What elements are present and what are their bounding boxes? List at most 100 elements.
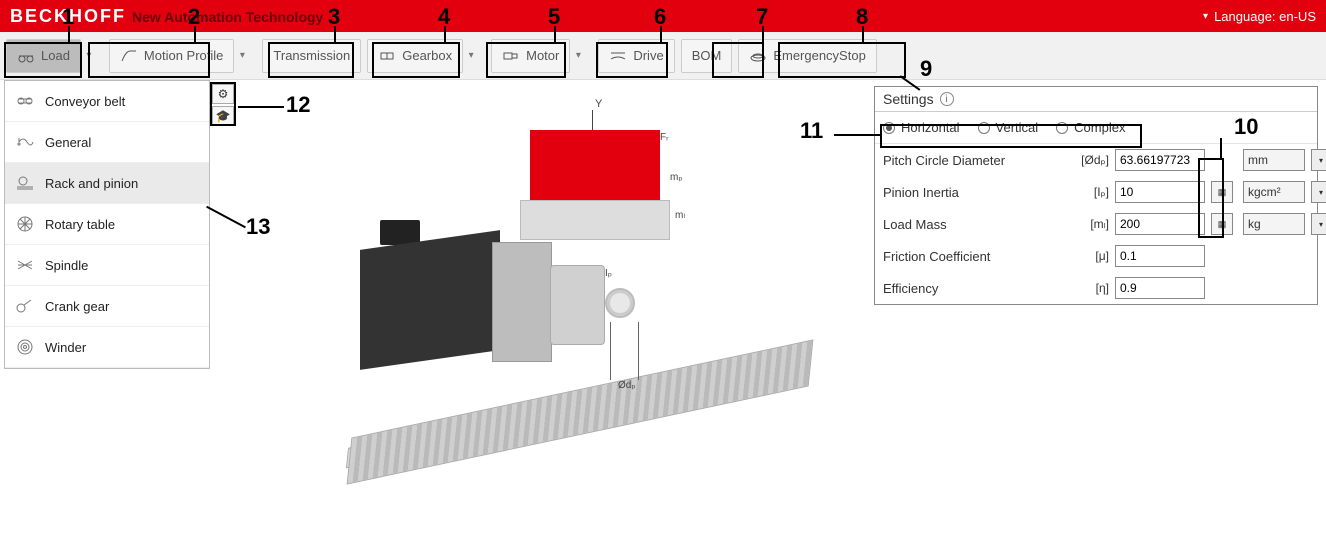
info-icon[interactable]: i <box>940 92 954 106</box>
sidebar-item-crank-gear[interactable]: Crank gear <box>5 286 209 327</box>
orientation-complex[interactable]: Complex <box>1056 120 1125 135</box>
efficiency-input[interactable] <box>1115 277 1205 299</box>
spindle-icon <box>15 255 35 275</box>
row-friction-coefficient: Friction Coefficient [μ] <box>875 240 1317 272</box>
toolbar-gearbox[interactable]: Gearbox <box>367 39 463 73</box>
motor-body <box>360 230 500 370</box>
orientation-horizontal[interactable]: Horizontal <box>883 120 960 135</box>
pinion <box>605 288 635 318</box>
gearbox-body <box>550 265 605 345</box>
toolbar-drive[interactable]: Drive <box>598 39 674 73</box>
gearbox-icon <box>378 47 396 65</box>
winder-icon <box>15 337 35 357</box>
motor-icon <box>502 47 520 65</box>
dim-dp: Ødₚ <box>618 380 636 391</box>
motion-profile-icon <box>120 47 138 65</box>
sidebar-item-spindle[interactable]: Spindle <box>5 245 209 286</box>
rack-pinion-icon <box>15 173 35 193</box>
load-base <box>520 200 670 240</box>
toolbar-motor[interactable]: Motor <box>491 39 570 73</box>
radio-icon <box>978 122 990 134</box>
row-efficiency: Efficiency [η] <box>875 272 1317 304</box>
mass-unit-dropdown[interactable]: ▾ <box>1311 213 1326 235</box>
sidebar-item-conveyor-belt[interactable]: Conveyor belt <box>5 81 209 122</box>
load-dropdown[interactable]: ▾ <box>81 50 97 61</box>
param-symbol: [Ødₚ] <box>1069 153 1109 167</box>
brand-tagline: New Automation Technology <box>132 9 323 25</box>
brand: BECKHOFF New Automation Technology <box>10 6 323 27</box>
toolbar-transmission[interactable]: Transmission <box>262 39 361 73</box>
param-symbol: [mₗ] <box>1069 217 1109 231</box>
crank-gear-icon <box>15 296 35 316</box>
pitch-unit-select[interactable]: mm <box>1243 149 1305 171</box>
sidebar-item-rack-and-pinion[interactable]: Rack and pinion <box>5 163 209 204</box>
chevron-down-icon: ▾ <box>1203 11 1208 22</box>
orientation-vertical[interactable]: Vertical <box>978 120 1039 135</box>
settings-header: Settings i <box>875 87 1317 112</box>
inertia-input[interactable] <box>1115 181 1205 203</box>
row-pitch-circle-diameter: Pitch Circle Diameter [Ødₚ] mm ▾ <box>875 144 1317 176</box>
inertia-unit-dropdown[interactable]: ▾ <box>1311 181 1326 203</box>
inertia-calc-button[interactable]: ▦ <box>1211 181 1233 203</box>
main-toolbar: Load ▾ Motion Profile ▾ Transmission Gea… <box>0 32 1326 80</box>
sidebar-item-general[interactable]: General <box>5 122 209 163</box>
toolbar-load[interactable]: Load <box>6 39 81 73</box>
sidebar-item-rotary-table[interactable]: Rotary table <box>5 204 209 245</box>
motion-profile-dropdown[interactable]: ▾ <box>234 50 250 61</box>
orientation-radio-group: Horizontal Vertical Complex <box>875 112 1317 144</box>
radio-icon <box>883 122 895 134</box>
sidebar-item-winder[interactable]: Winder <box>5 327 209 368</box>
pitch-input[interactable] <box>1115 149 1205 171</box>
simple-mode-button[interactable]: ⚙ <box>212 84 234 104</box>
mass-calc-button[interactable]: ▦ <box>1211 213 1233 235</box>
dim-mp: mₚ <box>670 172 683 183</box>
param-label: Load Mass <box>883 217 1063 232</box>
settings-title: Settings <box>883 91 934 107</box>
param-symbol: [μ] <box>1069 249 1109 263</box>
motor-dropdown[interactable]: ▾ <box>570 50 586 61</box>
dim-ml: mₗ <box>675 210 685 221</box>
language-label: Language: en-US <box>1214 9 1316 24</box>
conveyor-belt-icon <box>15 91 35 111</box>
graduation-cap-icon: 🎓 <box>216 109 231 123</box>
toolbar-bom[interactable]: BOM <box>681 39 733 73</box>
mass-unit-select[interactable]: kg <box>1243 213 1305 235</box>
app-header: BECKHOFF New Automation Technology ▾ Lan… <box>0 0 1326 32</box>
ann-13: 13 <box>246 214 270 240</box>
toolbar-emergency-stop[interactable]: EmergencyStop <box>738 39 877 73</box>
inertia-unit-select[interactable]: kgcm² <box>1243 181 1305 203</box>
toolbar-motion-profile[interactable]: Motion Profile <box>109 39 234 73</box>
general-icon <box>15 132 35 152</box>
pitch-unit-dropdown[interactable]: ▾ <box>1311 149 1326 171</box>
language-selector[interactable]: ▾ Language: en-US <box>1203 9 1316 24</box>
load-icon <box>17 47 35 65</box>
row-load-mass: Load Mass [mₗ] ▦ kg ▾ <box>875 208 1317 240</box>
radio-icon <box>1056 122 1068 134</box>
expert-mode-button[interactable]: 🎓 <box>212 106 234 126</box>
param-symbol: [Iₚ] <box>1069 185 1109 199</box>
row-pinion-inertia: Pinion Inertia [Iₚ] ▦ kgcm² ▾ <box>875 176 1317 208</box>
dim-ip: Iₚ <box>605 268 612 279</box>
motor-flange <box>492 242 552 362</box>
param-label: Pinion Inertia <box>883 185 1063 200</box>
emergency-stop-icon <box>749 47 767 65</box>
param-label: Pitch Circle Diameter <box>883 153 1063 168</box>
ann-12: 12 <box>286 92 310 118</box>
drive-icon <box>609 47 627 65</box>
load-block <box>530 130 660 200</box>
load-diagram: Y Fᵣ mₚ mₗ Iₚ Ødₚ <box>310 90 870 510</box>
friction-input[interactable] <box>1115 245 1205 267</box>
param-label: Friction Coefficient <box>883 249 1063 264</box>
rotary-table-icon <box>15 214 35 234</box>
axis-y-label: Y <box>595 98 602 110</box>
load-type-menu: Conveyor belt General Rack and pinion Ro… <box>4 80 210 369</box>
param-label: Efficiency <box>883 281 1063 296</box>
gear-icon: ⚙ <box>218 87 229 101</box>
axis-f-label: Fᵣ <box>660 132 669 143</box>
gearbox-dropdown[interactable]: ▾ <box>463 50 479 61</box>
mass-input[interactable] <box>1115 213 1205 235</box>
mode-mini-buttons: ⚙ 🎓 <box>212 84 234 126</box>
settings-panel: Settings i Horizontal Vertical Complex P… <box>874 86 1318 305</box>
param-symbol: [η] <box>1069 281 1109 295</box>
brand-logo: BECKHOFF <box>10 6 126 27</box>
